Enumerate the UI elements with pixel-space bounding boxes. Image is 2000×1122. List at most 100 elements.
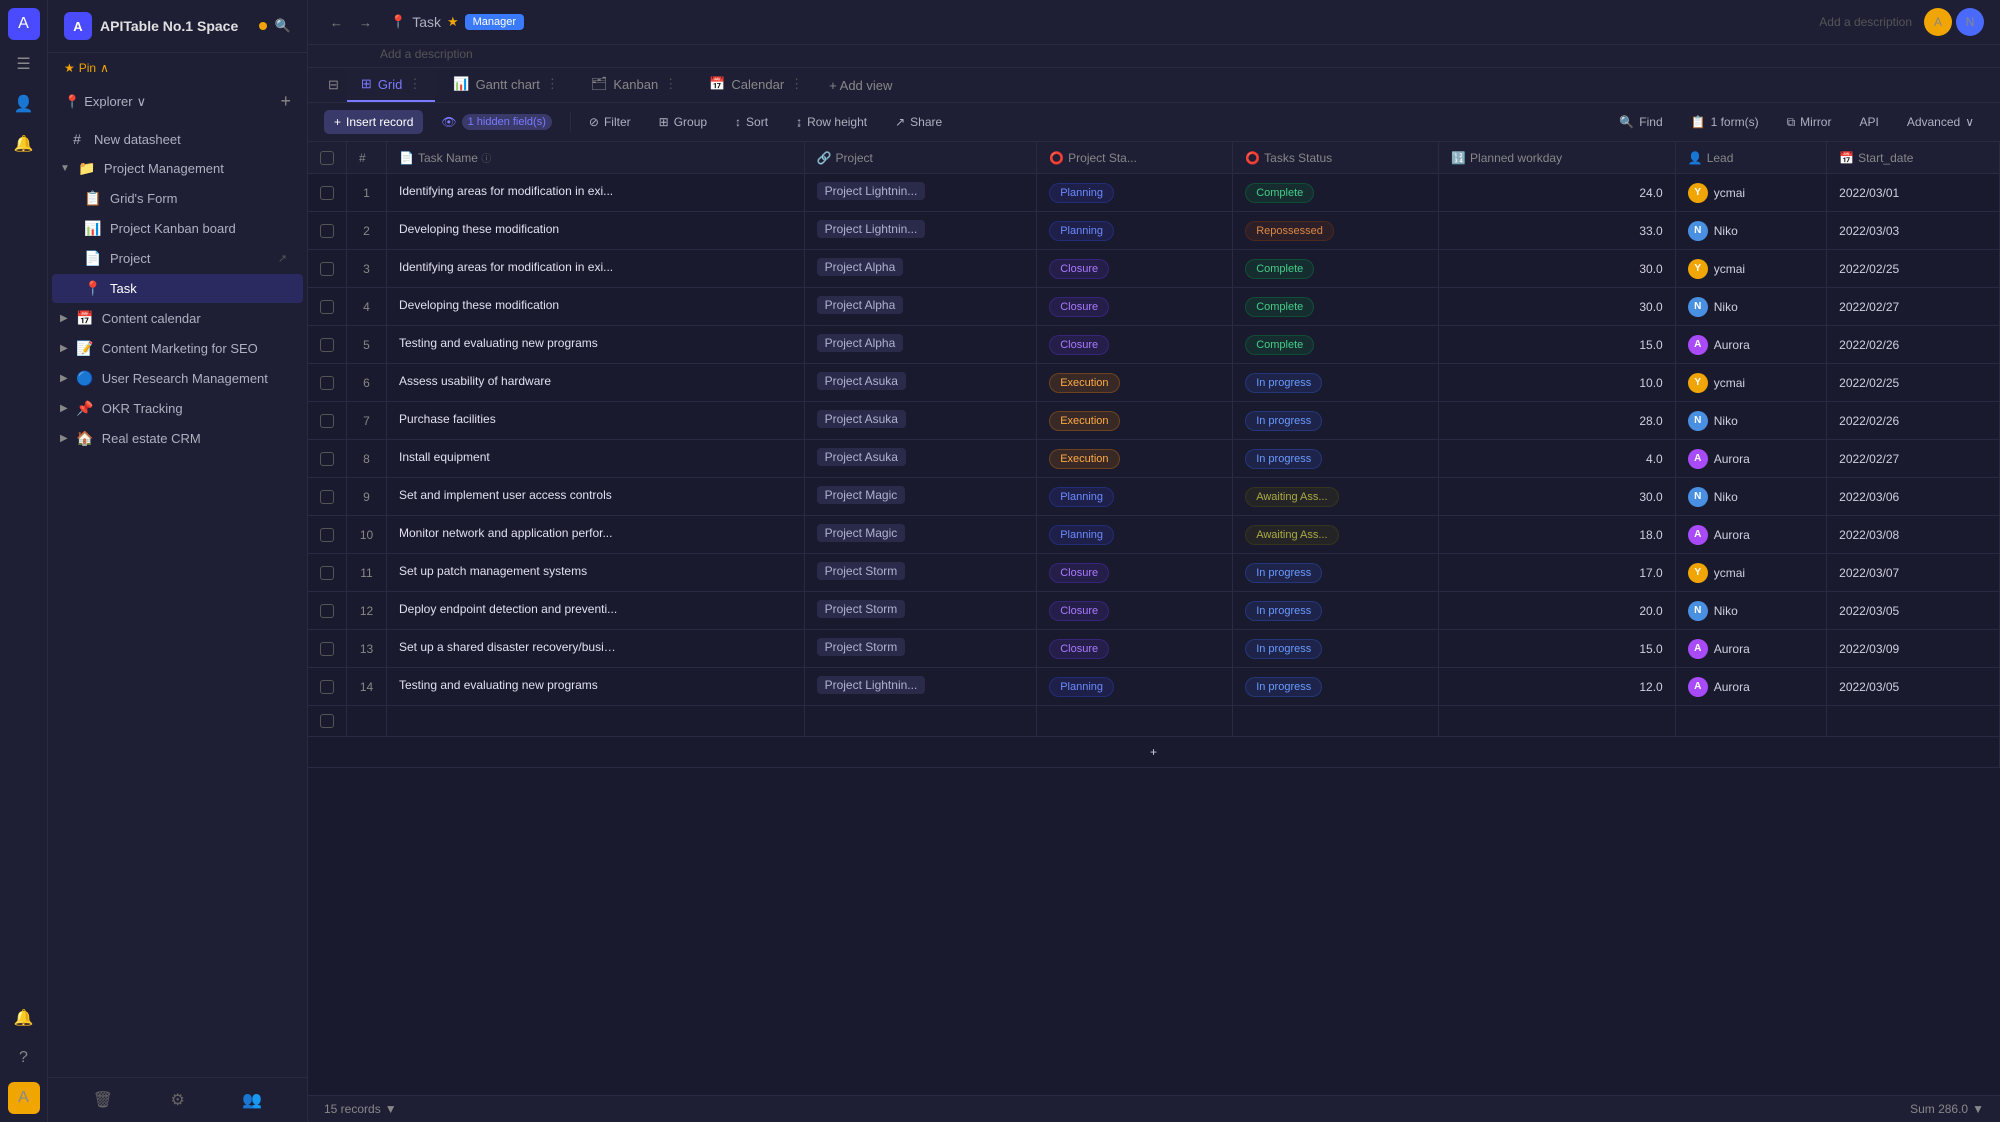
row-project[interactable]: Project Lightnin... (804, 668, 1037, 706)
row-task-name[interactable]: Monitor network and application perfor..… (387, 516, 805, 554)
table-row[interactable]: 10 Monitor network and application perfo… (308, 516, 2000, 554)
row-checkbox-cell[interactable] (308, 554, 347, 592)
gantt-tab-options[interactable]: ⋮ (546, 76, 559, 92)
row-checkbox-cell[interactable] (308, 668, 347, 706)
row-checkbox[interactable] (320, 376, 334, 390)
row-checkbox[interactable] (320, 680, 334, 694)
sidebar-item-content-calendar[interactable]: ▶ 📅 Content calendar (52, 304, 303, 333)
advanced-button[interactable]: Advanced ∨ (1897, 110, 1984, 134)
row-checkbox[interactable] (320, 490, 334, 504)
row-tasks-status[interactable]: In progress (1233, 630, 1439, 668)
row-project-status[interactable]: Execution (1037, 440, 1233, 478)
sidebar-item-kanban[interactable]: 📊 Project Kanban board (52, 214, 303, 243)
row-project-status[interactable]: Planning (1037, 668, 1233, 706)
row-project-status[interactable]: Planning (1037, 212, 1233, 250)
table-row[interactable]: 4 Developing these modification Project … (308, 288, 2000, 326)
row-project[interactable]: Project Lightnin... (804, 174, 1037, 212)
table-row[interactable]: 6 Assess usability of hardware Project A… (308, 364, 2000, 402)
row-task-name[interactable]: Set up patch management systems (387, 554, 805, 592)
row-checkbox-cell[interactable] (308, 326, 347, 364)
user-avatar-icon[interactable]: A (8, 1082, 40, 1114)
row-project[interactable]: Project Asuka (804, 364, 1037, 402)
tab-grid[interactable]: ⊞ Grid ⋮ (347, 68, 435, 102)
table-row[interactable]: 14 Testing and evaluating new programs P… (308, 668, 2000, 706)
grid-container[interactable]: # 📄Task Name ⓘ 🔗Project ⭕Project Sta... … (308, 142, 2000, 1095)
row-checkbox[interactable] (320, 566, 334, 580)
row-task-name[interactable]: Testing and evaluating new programs (387, 326, 805, 364)
table-row[interactable]: 3 Identifying areas for modification in … (308, 250, 2000, 288)
row-checkbox[interactable] (320, 714, 334, 728)
row-tasks-status[interactable] (1233, 706, 1439, 737)
table-row[interactable]: 8 Install equipment Project Asuka Execut… (308, 440, 2000, 478)
col-planned-workday[interactable]: 🔢Planned workday (1439, 142, 1676, 174)
row-project-status[interactable]: Planning (1037, 478, 1233, 516)
sidebar-item-project[interactable]: 📄 Project ↗ (52, 244, 303, 273)
row-project-status[interactable]: Planning (1037, 174, 1233, 212)
row-tasks-status[interactable]: In progress (1233, 364, 1439, 402)
share-button[interactable]: ↗ Share (885, 110, 952, 134)
row-tasks-status[interactable]: Complete (1233, 250, 1439, 288)
row-tasks-status[interactable]: Awaiting Ass... (1233, 516, 1439, 554)
select-all-checkbox[interactable] (320, 151, 334, 165)
row-task-name[interactable]: Developing these modification (387, 212, 805, 250)
calendar-tab-options[interactable]: ⋮ (790, 76, 803, 92)
row-checkbox-cell[interactable] (308, 250, 347, 288)
users-icon[interactable]: 👥 (242, 1090, 262, 1110)
row-project-status[interactable]: Closure (1037, 250, 1233, 288)
help-icon[interactable]: ? (8, 1042, 40, 1074)
row-checkbox[interactable] (320, 414, 334, 428)
back-button[interactable]: ← (324, 13, 349, 32)
tab-gantt[interactable]: 📊 Gantt chart ⋮ (439, 68, 573, 102)
add-item-button[interactable]: + (280, 91, 291, 112)
row-project[interactable]: Project Alpha (804, 326, 1037, 364)
row-project[interactable]: Project Storm (804, 630, 1037, 668)
row-tasks-status[interactable]: Complete (1233, 326, 1439, 364)
sort-button[interactable]: ↕ Sort (725, 110, 778, 134)
kanban-tab-options[interactable]: ⋮ (664, 76, 677, 92)
row-project-status[interactable]: Execution (1037, 364, 1233, 402)
col-tasks-status[interactable]: ⭕Tasks Status (1233, 142, 1439, 174)
row-project[interactable]: Project Storm (804, 554, 1037, 592)
row-project[interactable]: Project Asuka (804, 440, 1037, 478)
insert-record-button[interactable]: + Insert record (324, 110, 423, 134)
tab-kanban[interactable]: 🗂 Kanban ⋮ (577, 68, 691, 102)
row-checkbox[interactable] (320, 224, 334, 238)
col-project-status[interactable]: ⭕Project Sta... (1037, 142, 1233, 174)
nav-icon-3[interactable]: 🔔 (8, 128, 40, 160)
row-checkbox-cell[interactable] (308, 440, 347, 478)
row-task-name[interactable]: Purchase facilities (387, 402, 805, 440)
mirror-button[interactable]: ⧉ Mirror (1777, 110, 1842, 135)
table-row[interactable]: 11 Set up patch management systems Proje… (308, 554, 2000, 592)
row-height-button[interactable]: ↨ Row height (786, 110, 877, 134)
sidebar-item-real-estate[interactable]: ▶ 🏠 Real estate CRM (52, 424, 303, 453)
row-tasks-status[interactable]: Complete (1233, 288, 1439, 326)
table-row[interactable]: 9 Set and implement user access controls… (308, 478, 2000, 516)
row-checkbox[interactable] (320, 642, 334, 656)
col-start-date[interactable]: 📅Start_date (1827, 142, 2000, 174)
row-project[interactable] (804, 706, 1037, 737)
row-checkbox-cell[interactable] (308, 592, 347, 630)
row-project-status[interactable]: Closure (1037, 554, 1233, 592)
forward-button[interactable]: → (353, 13, 378, 32)
row-tasks-status[interactable]: In progress (1233, 554, 1439, 592)
grid-tab-options[interactable]: ⋮ (408, 76, 421, 92)
notification-icon[interactable]: 🔔 (8, 1002, 40, 1034)
row-checkbox-cell[interactable] (308, 478, 347, 516)
sidebar-item-okr[interactable]: ▶ 📌 OKR Tracking (52, 394, 303, 423)
api-button[interactable]: API (1849, 110, 1888, 134)
table-row[interactable]: 12 Deploy endpoint detection and prevent… (308, 592, 2000, 630)
row-project-status[interactable]: Closure (1037, 630, 1233, 668)
row-checkbox-cell[interactable] (308, 212, 347, 250)
row-task-name[interactable]: Identifying areas for modification in ex… (387, 174, 805, 212)
row-checkbox[interactable] (320, 528, 334, 542)
row-task-name[interactable]: Assess usability of hardware (387, 364, 805, 402)
row-tasks-status[interactable]: Complete (1233, 174, 1439, 212)
description-bar[interactable]: Add a description (1819, 15, 1912, 29)
row-project-status[interactable] (1037, 706, 1233, 737)
star-icon[interactable]: ★ (447, 14, 459, 30)
row-checkbox[interactable] (320, 604, 334, 618)
trash-icon[interactable]: 🗑 (93, 1090, 113, 1110)
nav-icon-1[interactable]: ☰ (8, 48, 40, 80)
row-project[interactable]: Project Magic (804, 478, 1037, 516)
row-project[interactable]: Project Asuka (804, 402, 1037, 440)
